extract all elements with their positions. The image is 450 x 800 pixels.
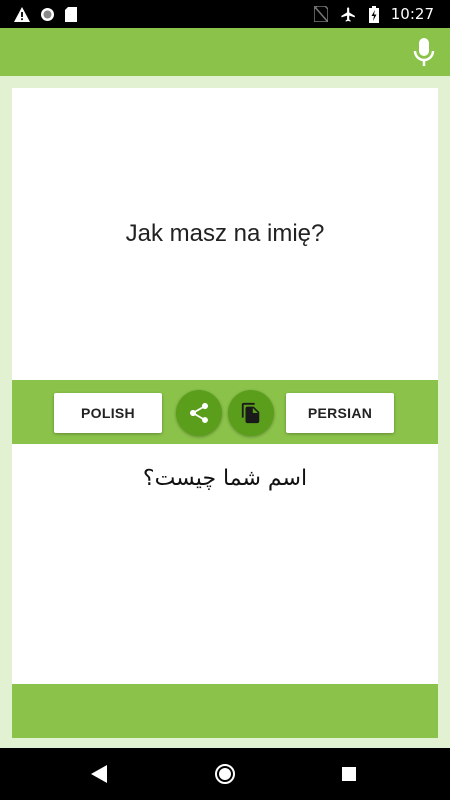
status-time: 10:27 bbox=[390, 5, 434, 23]
microphone-icon[interactable] bbox=[412, 38, 436, 68]
circle-status-icon bbox=[41, 7, 54, 21]
translated-text: اسم شما چیست؟ bbox=[142, 466, 308, 491]
share-button[interactable] bbox=[176, 390, 222, 436]
sd-card-icon bbox=[65, 6, 77, 22]
source-text: Jak masz na imię? bbox=[125, 220, 325, 247]
recents-icon[interactable] bbox=[342, 767, 356, 781]
source-language-button[interactable]: POLISH bbox=[54, 393, 162, 433]
source-text-panel[interactable]: Jak masz na imię? bbox=[12, 88, 438, 380]
home-icon[interactable] bbox=[214, 763, 236, 785]
status-bar: 10:27 bbox=[0, 0, 450, 28]
bottom-bar bbox=[12, 684, 438, 738]
copy-button[interactable] bbox=[228, 390, 274, 436]
navigation-bar bbox=[0, 748, 450, 800]
target-language-button[interactable]: PERSIAN bbox=[286, 393, 394, 433]
copy-icon bbox=[241, 402, 260, 424]
translated-text-panel[interactable]: اسم شما چیست؟ bbox=[12, 444, 438, 684]
warning-icon bbox=[14, 6, 30, 22]
app-toolbar bbox=[0, 28, 450, 76]
status-notifications bbox=[14, 0, 77, 28]
no-sim-icon bbox=[313, 6, 328, 22]
battery-icon bbox=[368, 5, 379, 23]
airplane-mode-icon bbox=[341, 6, 355, 22]
back-icon[interactable] bbox=[91, 765, 107, 783]
share-icon bbox=[190, 403, 208, 423]
status-system: 10:27 bbox=[313, 0, 434, 28]
translation-controls: POLISH PERSIAN bbox=[12, 380, 438, 444]
